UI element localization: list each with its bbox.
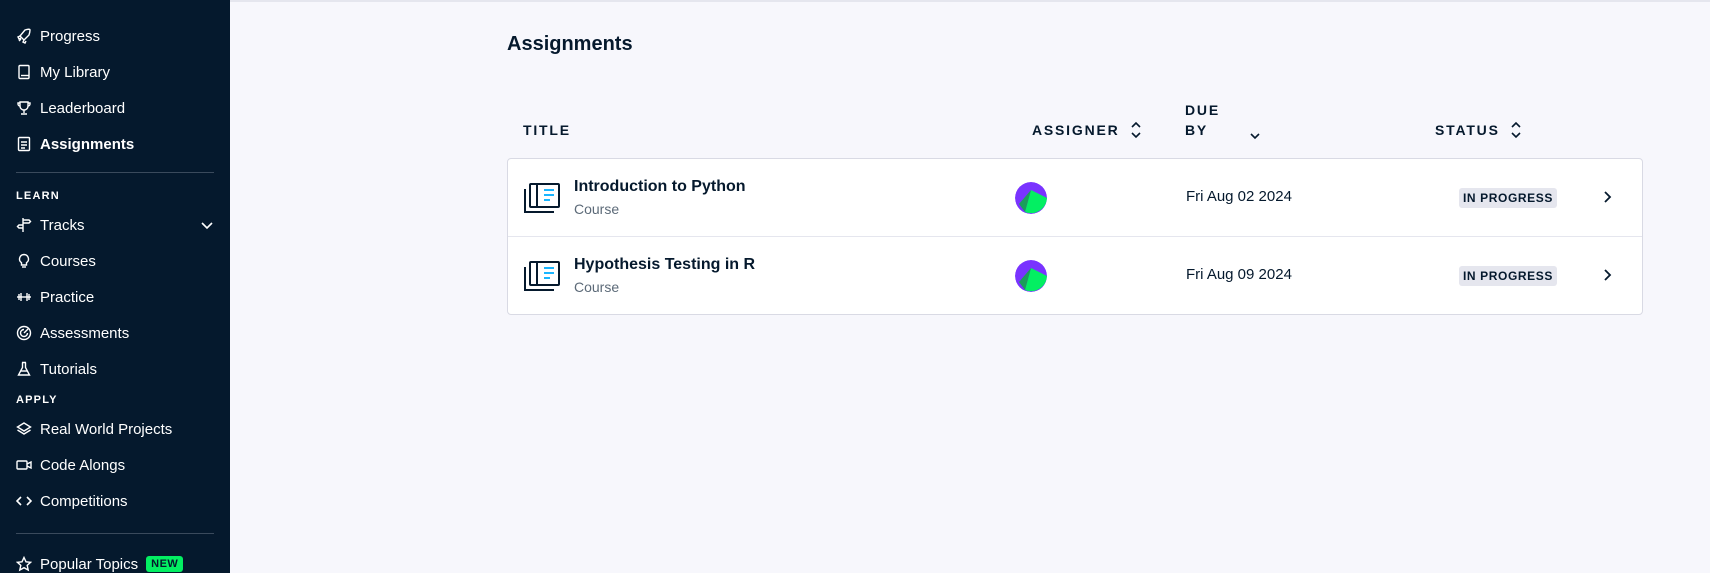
assignment-type: Course	[574, 201, 620, 217]
column-header-label: ASSIGNER	[1032, 122, 1120, 138]
column-header-status[interactable]: STATUS	[1435, 120, 1522, 140]
sidebar-item-tutorials[interactable]: Tutorials	[0, 351, 230, 387]
sort-icon[interactable]	[1130, 120, 1142, 140]
column-header-due-by[interactable]: DUE BY	[1185, 100, 1260, 140]
signpost-icon	[16, 217, 32, 233]
sidebar-item-label: Progress	[40, 27, 101, 45]
sidebar-item-competitions[interactable]: Competitions	[0, 483, 230, 519]
sidebar-item-label: Tutorials	[40, 360, 97, 378]
status-badge: IN PROGRESS	[1459, 266, 1557, 286]
sidebar-item-real-world-projects[interactable]: Real World Projects	[0, 411, 230, 447]
table-header: TITLE ASSIGNER DUE BY STATUS	[507, 94, 1643, 158]
sidebar-item-tracks[interactable]: Tracks	[0, 207, 230, 243]
table-row[interactable]: Hypothesis Testing in R Course Fri Aug 0…	[508, 237, 1642, 314]
assignment-title[interactable]: Hypothesis Testing in R	[574, 256, 755, 274]
sidebar-item-code-alongs[interactable]: Code Alongs	[0, 447, 230, 483]
page-title: Assignments	[507, 33, 633, 55]
sidebar-item-label: Real World Projects	[40, 420, 173, 438]
sidebar-item-label: Tracks	[40, 216, 85, 234]
assigner-avatar	[1015, 260, 1047, 292]
sidebar-item-label: Assessments	[40, 324, 130, 342]
rocket-icon	[16, 28, 32, 44]
column-header-label: DUE	[1185, 102, 1220, 118]
due-date: Fri Aug 09 2024	[1186, 266, 1292, 283]
sidebar-item-label: Code Alongs	[40, 456, 126, 474]
trophy-icon	[16, 100, 32, 116]
section-label-learn: LEARN	[16, 190, 60, 202]
sidebar-item-courses[interactable]: Courses	[0, 243, 230, 279]
sidebar-item-label: Practice	[40, 288, 95, 306]
column-header-label: TITLE	[523, 122, 571, 138]
column-header-label: BY	[1185, 122, 1209, 138]
new-badge: NEW	[146, 556, 184, 572]
column-header-title: TITLE	[523, 122, 571, 138]
sidebar-item-popular-topics[interactable]: Popular Topics NEW	[0, 546, 230, 573]
assignment-title[interactable]: Introduction to Python	[574, 178, 746, 196]
sort-down-icon[interactable]	[1249, 130, 1261, 142]
sidebar-divider	[16, 172, 214, 173]
book-icon	[16, 64, 32, 80]
chevron-right-icon[interactable]	[1600, 268, 1614, 282]
sidebar-divider	[16, 533, 214, 534]
app-root: Progress My Library Leaderboard Assignme…	[0, 0, 1710, 573]
main-content: Assignments TITLE ASSIGNER DUE BY STATUS	[230, 0, 1710, 573]
sidebar-item-label: Popular Topics	[40, 555, 139, 573]
clipboard-icon	[16, 136, 32, 152]
sidebar-item-label: Courses	[40, 252, 96, 270]
sidebar-item-assessments[interactable]: Assessments	[0, 315, 230, 351]
code-icon	[16, 493, 32, 509]
sidebar-item-assignments[interactable]: Assignments	[0, 126, 230, 162]
sidebar-item-label: Assignments	[40, 135, 135, 153]
sort-icon[interactable]	[1510, 120, 1522, 140]
dumbbell-icon	[16, 289, 32, 305]
column-header-assigner[interactable]: ASSIGNER	[1032, 120, 1142, 140]
due-date: Fri Aug 02 2024	[1186, 188, 1292, 205]
chevron-right-icon[interactable]	[1600, 190, 1614, 204]
sidebar-item-leaderboard[interactable]: Leaderboard	[0, 90, 230, 126]
sidebar-item-label: My Library	[40, 63, 111, 81]
chevron-down-icon[interactable]	[200, 218, 214, 232]
star-icon	[16, 556, 32, 572]
sidebar-item-progress[interactable]: Progress	[0, 18, 230, 54]
video-icon	[16, 457, 32, 473]
table-row[interactable]: Introduction to Python Course Fri Aug 02…	[508, 159, 1642, 237]
radar-icon	[16, 325, 32, 341]
sidebar-item-label: Competitions	[40, 492, 128, 510]
course-icon	[524, 183, 560, 213]
assigner-avatar	[1015, 182, 1047, 214]
course-icon	[524, 261, 560, 291]
flask-icon	[16, 361, 32, 377]
sidebar-item-practice[interactable]: Practice	[0, 279, 230, 315]
assignments-table: TITLE ASSIGNER DUE BY STATUS Introductio…	[507, 94, 1643, 315]
section-label-apply: APPLY	[16, 394, 58, 406]
sidebar: Progress My Library Leaderboard Assignme…	[0, 0, 230, 573]
table-body: Introduction to Python Course Fri Aug 02…	[507, 158, 1643, 315]
assignment-type: Course	[574, 279, 620, 295]
sidebar-item-label: Leaderboard	[40, 99, 126, 117]
status-badge: IN PROGRESS	[1459, 188, 1557, 208]
layers-icon	[16, 421, 32, 437]
column-header-label: STATUS	[1435, 122, 1500, 138]
sidebar-item-my-library[interactable]: My Library	[0, 54, 230, 90]
lightbulb-icon	[16, 253, 32, 269]
